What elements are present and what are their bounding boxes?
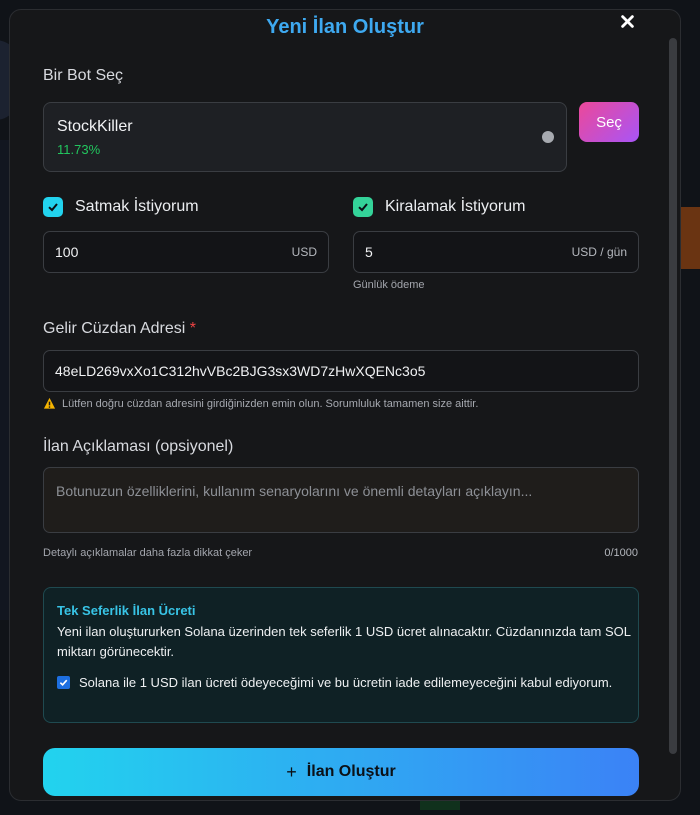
required-mark: * (189, 320, 196, 337)
rent-checkbox[interactable] (353, 197, 373, 217)
description-hint: Detaylı açıklamalar daha fazla dikkat çe… (43, 547, 253, 559)
check-icon (358, 203, 368, 212)
wallet-warning: Lütfen doğru cüzdan adresini girdiğinizd… (43, 397, 478, 410)
plus-icon: + (286, 761, 297, 782)
fee-notice-box: Tek Seferlik İlan Ücreti Yeni ilan oluşt… (43, 587, 639, 723)
rent-price-input[interactable]: 5 USD / gün (353, 231, 639, 273)
description-textarea[interactable]: Botunuzun özelliklerini, kullanım senary… (43, 467, 639, 533)
rent-option: Kiralamak İstiyorum (353, 197, 525, 217)
sell-checkbox[interactable] (43, 197, 63, 217)
select-bot-button[interactable]: Seç (579, 102, 639, 142)
fee-consent: Solana ile 1 USD ilan ücreti ödeyeceğimi… (57, 673, 624, 693)
wallet-address-value: 48eLD269vxXo1C312hvVBc2BJG3sx3WD7zHwXQEN… (55, 363, 426, 379)
close-button[interactable] (616, 10, 638, 32)
bot-performance: 11.73% (57, 142, 101, 157)
fee-title: Tek Seferlik İlan Ücreti (57, 603, 196, 618)
sell-price-unit: USD (291, 245, 317, 259)
description-label: İlan Açıklaması (opsiyonel) (43, 438, 234, 455)
rent-price-value: 5 (365, 244, 373, 260)
create-listing-button[interactable]: + İlan Oluştur (43, 748, 639, 796)
sell-price-input[interactable]: 100 USD (43, 231, 329, 273)
check-icon (59, 679, 68, 687)
sell-option: Satmak İstiyorum (43, 197, 199, 217)
fee-consent-checkbox[interactable] (57, 676, 70, 689)
create-listing-label: İlan Oluştur (306, 763, 396, 780)
fee-consent-text: Solana ile 1 USD ilan ücreti ödeyeceğimi… (79, 675, 613, 690)
close-icon (620, 14, 634, 28)
bot-selector-card[interactable]: StockKiller 11.73% (43, 102, 567, 172)
warning-icon (43, 397, 56, 409)
backdrop-shape (680, 207, 700, 269)
wallet-address-input[interactable]: 48eLD269vxXo1C312hvVBc2BJG3sx3WD7zHwXQEN… (43, 350, 639, 392)
modal-scrollbar[interactable] (669, 38, 677, 754)
create-listing-modal: Yeni İlan Oluştur Bir Bot Seç StockKille… (9, 9, 681, 801)
wallet-label-text: Gelir Cüzdan Adresi (43, 320, 186, 337)
check-icon (48, 203, 58, 212)
character-counter: 0/1000 (604, 547, 638, 559)
fee-description: Yeni ilan oluştururken Solana üzerinden … (57, 624, 631, 659)
rent-price-hint: Günlük ödeme (353, 279, 425, 291)
wallet-warning-text: Lütfen doğru cüzdan adresini girdiğinizd… (62, 397, 479, 410)
modal-title: Yeni İlan Oluştur (266, 16, 424, 38)
bot-name: StockKiller (57, 118, 133, 135)
bot-section-label: Bir Bot Seç (43, 67, 124, 84)
rent-label: Kiralamak İstiyorum (385, 198, 526, 215)
wallet-label: Gelir Cüzdan Adresi * (43, 320, 196, 338)
sell-label: Satmak İstiyorum (75, 198, 199, 215)
sell-price-value: 100 (55, 244, 79, 260)
rent-price-unit: USD / gün (571, 245, 627, 259)
status-dot-icon (542, 131, 554, 143)
